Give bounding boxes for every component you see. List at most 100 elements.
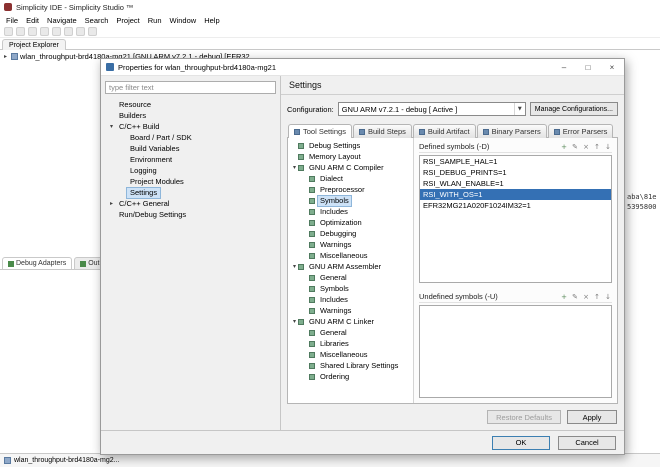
nav-tree-item[interactable]: Board / Part / SDK <box>105 132 276 143</box>
maximize-button[interactable]: □ <box>576 59 600 75</box>
list-actions: + ✎ × ↑ ↓ <box>560 293 612 301</box>
manage-configurations-button[interactable]: Manage Configurations... <box>530 102 618 116</box>
edit-icon[interactable]: ✎ <box>571 143 579 151</box>
tab-icon <box>419 129 425 135</box>
add-icon[interactable]: + <box>560 293 568 301</box>
symbol-row[interactable]: EFR32MG21A020F1024IM32=1 <box>420 200 611 211</box>
cancel-button[interactable]: Cancel <box>558 436 616 450</box>
nav-tree-item[interactable]: Run/Debug Settings <box>105 209 276 220</box>
tool-tree-item[interactable]: ▾ GNU ARM Assembler <box>288 261 413 272</box>
toolbar-icon[interactable] <box>76 27 85 36</box>
symbol-row[interactable]: RSI_DEBUG_PRINTS=1 <box>420 167 611 178</box>
view-icon <box>80 261 86 267</box>
tool-tree-item[interactable]: Includes <box>288 206 413 217</box>
tool-tree-item[interactable]: Warnings <box>288 305 413 316</box>
tool-tree-item[interactable]: Preprocessor <box>288 184 413 195</box>
settings-tab[interactable]: Build Steps <box>353 124 412 138</box>
tree-arrow-icon[interactable]: ▾ <box>291 263 298 270</box>
tool-tree-item[interactable]: Miscellaneous <box>288 250 413 261</box>
toolbar-icon[interactable] <box>28 27 37 36</box>
tree-arrow-icon[interactable]: ▾ <box>108 123 115 130</box>
nav-tree-item[interactable]: Logging <box>105 165 276 176</box>
tool-tree-item[interactable]: Symbols <box>288 283 413 294</box>
tool-tree-item[interactable]: Ordering <box>288 371 413 382</box>
tool-tree-item[interactable]: Optimization <box>288 217 413 228</box>
restore-defaults-button[interactable]: Restore Defaults <box>487 410 561 424</box>
nav-tree-item[interactable]: ▾ C/C++ Build <box>105 121 276 132</box>
menu-item[interactable]: Help <box>200 16 223 25</box>
tool-tree-item[interactable]: ▾ GNU ARM C Linker <box>288 316 413 327</box>
defined-symbols-list[interactable]: RSI_SAMPLE_HAL=1 RSI_DEBUG_PRINTS=1 RSI_… <box>419 155 612 283</box>
settings-tab[interactable]: Error Parsers <box>548 124 614 138</box>
configuration-dropdown[interactable]: GNU ARM v7.2.1 - debug [ Active ] ▼ <box>338 102 526 116</box>
menu-item[interactable]: Navigate <box>43 16 81 25</box>
symbol-row[interactable]: RSI_WITH_OS=1 <box>420 189 611 200</box>
tool-tree-item[interactable]: Debugging <box>288 228 413 239</box>
move-down-icon[interactable]: ↓ <box>604 293 612 301</box>
nav-tree-item[interactable]: Environment <box>105 154 276 165</box>
move-down-icon[interactable]: ↓ <box>604 143 612 151</box>
wrench-icon <box>298 154 304 160</box>
wrench-icon <box>309 176 315 182</box>
menu-item[interactable]: Search <box>81 16 113 25</box>
tool-tree-item[interactable]: Shared Library Settings <box>288 360 413 371</box>
expand-arrow-icon[interactable]: ▸ <box>2 53 9 60</box>
tool-tree-item[interactable]: Includes <box>288 294 413 305</box>
symbol-row[interactable]: RSI_SAMPLE_HAL=1 <box>420 156 611 167</box>
app-titlebar: Simplicity IDE - Simplicity Studio ™ <box>0 0 660 14</box>
tree-arrow-icon[interactable]: ▾ <box>291 318 298 325</box>
lower-tab[interactable]: Debug Adapters <box>2 257 72 269</box>
tool-tree-item[interactable]: Symbols <box>288 195 413 206</box>
tool-tree-item[interactable]: Libraries <box>288 338 413 349</box>
nav-tree-item[interactable]: ▸ C/C++ General <box>105 198 276 209</box>
menu-item[interactable]: File <box>2 16 22 25</box>
toolbar-icon[interactable] <box>52 27 61 36</box>
toolbar-icon[interactable] <box>40 27 49 36</box>
ok-button[interactable]: OK <box>492 436 550 450</box>
settings-tab[interactable]: Tool Settings <box>288 124 352 138</box>
toolbar-icon[interactable] <box>16 27 25 36</box>
add-icon[interactable]: + <box>560 143 568 151</box>
explorer-tabrow: Project Explorer <box>0 39 660 50</box>
dialog-titlebar[interactable]: Properties for wlan_throughput-brd4180a-… <box>101 59 624 76</box>
delete-icon[interactable]: × <box>582 293 590 301</box>
tool-tree-item[interactable]: Warnings <box>288 239 413 250</box>
tool-tree-item[interactable]: Debug Settings <box>288 140 413 151</box>
toolbar-icon[interactable] <box>64 27 73 36</box>
tool-tree-item[interactable]: Memory Layout <box>288 151 413 162</box>
nav-tree-item[interactable]: Resource <box>105 99 276 110</box>
nav-tree-item[interactable]: Build Variables <box>105 143 276 154</box>
tool-tree-item[interactable]: ▾ GNU ARM C Compiler <box>288 162 413 173</box>
delete-icon[interactable]: × <box>582 143 590 151</box>
tab-icon <box>294 129 300 135</box>
nav-tree-item[interactable]: Builders <box>105 110 276 121</box>
tree-arrow-icon[interactable]: ▸ <box>108 200 115 207</box>
nav-tree-item[interactable]: Project Modules <box>105 176 276 187</box>
toolbar-icon[interactable] <box>4 27 13 36</box>
filter-input[interactable] <box>105 81 276 94</box>
edit-icon[interactable]: ✎ <box>571 293 579 301</box>
tree-arrow-icon[interactable]: ▾ <box>291 164 298 171</box>
menu-item[interactable]: Run <box>144 16 166 25</box>
tool-tree-item[interactable]: Miscellaneous <box>288 349 413 360</box>
status-text: wlan_throughput-brd4180a-mg2... <box>14 457 119 464</box>
tool-tree-item[interactable]: Dialect <box>288 173 413 184</box>
move-up-icon[interactable]: ↑ <box>593 293 601 301</box>
tool-tree-item[interactable]: General <box>288 272 413 283</box>
nav-tree-item[interactable]: Settings <box>105 187 276 198</box>
tool-tree-item[interactable]: General <box>288 327 413 338</box>
tab-project-explorer[interactable]: Project Explorer <box>2 39 66 50</box>
toolbar-icon[interactable] <box>88 27 97 36</box>
settings-tab[interactable]: Build Artifact <box>413 124 476 138</box>
menu-item[interactable]: Window <box>166 16 201 25</box>
settings-tab[interactable]: Binary Parsers <box>477 124 547 138</box>
menu-item[interactable]: Project <box>112 16 143 25</box>
undefined-symbols-list[interactable] <box>419 305 612 398</box>
menu-item[interactable]: Edit <box>22 16 43 25</box>
minimize-button[interactable]: – <box>552 59 576 75</box>
apply-button[interactable]: Apply <box>567 410 617 424</box>
symbols-pane: Defined symbols (-D) + ✎ × ↑ ↓ <box>414 138 617 403</box>
close-button[interactable]: × <box>600 59 624 75</box>
symbol-row[interactable]: RSI_WLAN_ENABLE=1 <box>420 178 611 189</box>
move-up-icon[interactable]: ↑ <box>593 143 601 151</box>
